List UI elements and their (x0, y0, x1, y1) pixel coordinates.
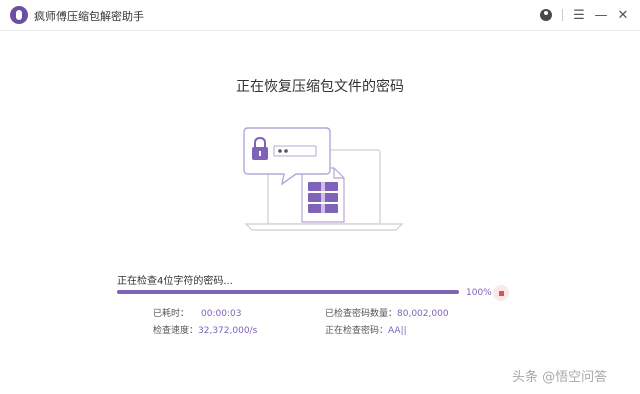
check-speed-value: 32,372,000/s (198, 326, 258, 336)
checked-count-value: 80,002,000 (397, 309, 449, 319)
status-text: 正在检查4位字符的密码... (117, 276, 233, 287)
user-button[interactable] (537, 6, 555, 24)
elapsed-time-label: 已耗时： (153, 309, 190, 319)
close-button[interactable]: ✕ (614, 6, 632, 24)
stop-button[interactable] (493, 285, 509, 301)
watermark: 头条 @悟空问答 (512, 370, 608, 385)
user-icon (540, 9, 552, 21)
check-speed-label: 检查速度： (153, 326, 199, 336)
app-title: 疯师傅压缩包解密助手 (34, 10, 144, 23)
progress-bar (117, 290, 459, 294)
current-password-value: AA|| (388, 326, 407, 336)
check-speed: 检查速度：32,372,000/s (153, 323, 257, 336)
titlebar-divider (562, 9, 563, 21)
menu-icon: ☰ (573, 7, 585, 23)
minimize-icon: — (594, 7, 608, 23)
page-title: 正在恢复压缩包文件的密码 (236, 79, 404, 95)
elapsed-time-value: 00:00:03 (201, 309, 242, 319)
laptop-base (244, 223, 404, 231)
progress-percent: 100% (466, 288, 492, 298)
menu-button[interactable]: ☰ (570, 6, 588, 24)
checked-count: 已检查密码数量：80,002,000 (325, 306, 449, 319)
elapsed-time: 已耗时： 00:00:03 (153, 306, 241, 319)
checked-count-label: 已检查密码数量： (325, 309, 398, 319)
minimize-button[interactable]: — (592, 6, 610, 24)
title-bar: 疯师傅压缩包解密助手 ☰ — ✕ (0, 0, 640, 31)
recovery-illustration (243, 127, 404, 231)
current-password-label: 正在检查密码： (325, 326, 389, 336)
archive-icon (308, 182, 338, 213)
stop-icon (498, 290, 504, 296)
close-icon: ✕ (617, 7, 629, 23)
progress-bar-fill (117, 290, 459, 294)
app-logo-icon (10, 6, 28, 24)
current-password: 正在检查密码：AA|| (325, 323, 407, 336)
